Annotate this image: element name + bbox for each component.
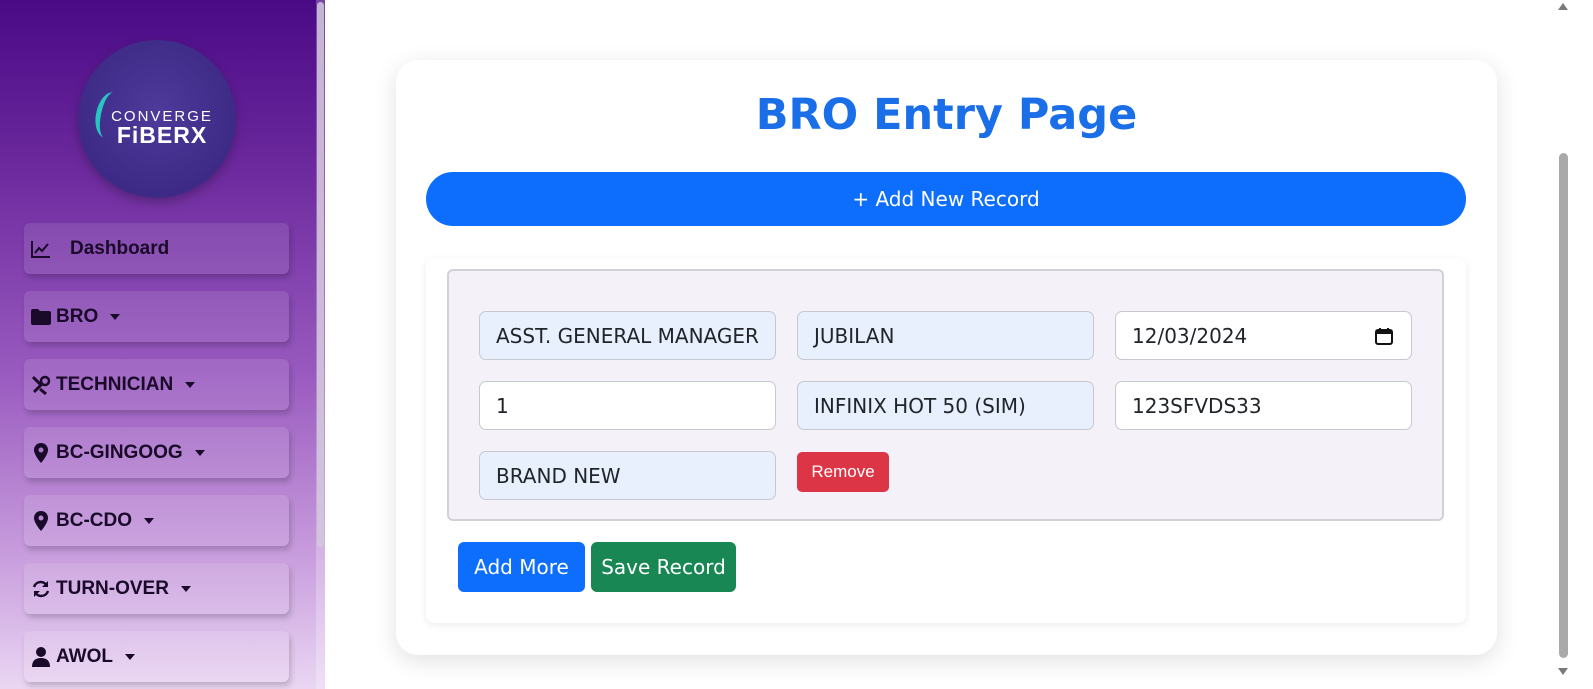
add-new-record-button[interactable]: + Add New Record [426,172,1466,226]
sidebar: CONVERGE FiBERX Dashboard BRO TECHNICIAN… [0,0,325,689]
sidebar-item-label: TECHNICIAN [56,373,174,395]
sidebar-item-label: BC-GINGOOG [56,441,183,463]
sidebar-scrollbar-thumb[interactable] [317,2,324,547]
user-icon [30,646,52,668]
sidebar-item-label: AWOL [56,645,113,667]
sidebar-item-bc-gingoog[interactable]: BC-GINGOOG [24,427,289,478]
sidebar-item-label: TURN-OVER [56,577,169,599]
page-scrollbar-thumb[interactable] [1559,153,1568,658]
sidebar-item-bc-cdo[interactable]: BC-CDO [24,495,289,546]
scroll-down-icon[interactable] [1558,668,1568,675]
calendar-icon[interactable] [1375,326,1393,345]
page-scrollbar[interactable] [1556,0,1570,689]
chart-line-icon [30,238,52,260]
item-field[interactable]: INFINIX HOT 50 (SIM) [797,381,1094,430]
sidebar-item-bro[interactable]: BRO [24,291,289,342]
remove-button[interactable]: Remove [797,452,889,492]
condition-field[interactable]: BRAND NEW [479,451,776,500]
serial-field[interactable]: 123SFVDS33 [1115,381,1412,430]
caret-down-icon [185,381,196,388]
sidebar-item-label: BC-CDO [56,509,132,531]
folder-icon [30,306,52,328]
map-pin-icon [30,442,52,464]
logo[interactable]: CONVERGE FiBERX [78,40,236,198]
sidebar-scrollbar[interactable] [316,0,325,689]
quantity-field[interactable]: 1 [479,381,776,430]
logo-line2: FiBERX [116,122,208,148]
add-more-button[interactable]: Add More [458,542,585,592]
caret-down-icon [194,449,205,456]
sidebar-item-label: BRO [56,305,99,327]
save-record-button[interactable]: Save Record [591,542,736,592]
map-pin-icon [30,510,52,532]
sidebar-item-label: Dashboard [70,237,170,259]
page-title: BRO Entry Page [755,90,1138,140]
caret-down-icon [144,517,154,524]
caret-down-icon [125,653,135,660]
sync-icon [30,578,52,600]
sidebar-item-awol[interactable]: AWOL [24,631,289,682]
scroll-up-icon[interactable] [1558,3,1568,10]
name-field[interactable]: JUBILAN [797,311,1094,360]
sidebar-item-dashboard[interactable]: Dashboard [24,223,289,274]
position-field[interactable]: ASST. GENERAL MANAGER [479,311,776,360]
page-title-container: BRO Entry Page [396,90,1497,140]
sidebar-item-technician[interactable]: TECHNICIAN [24,359,289,410]
date-value: 12/03/2024 [1132,323,1248,348]
sidebar-item-turn-over[interactable]: TURN-OVER [24,563,289,614]
caret-down-icon [180,585,191,592]
tools-icon [30,374,52,396]
caret-down-icon [110,313,121,320]
date-field[interactable]: 12/03/2024 [1115,311,1412,360]
